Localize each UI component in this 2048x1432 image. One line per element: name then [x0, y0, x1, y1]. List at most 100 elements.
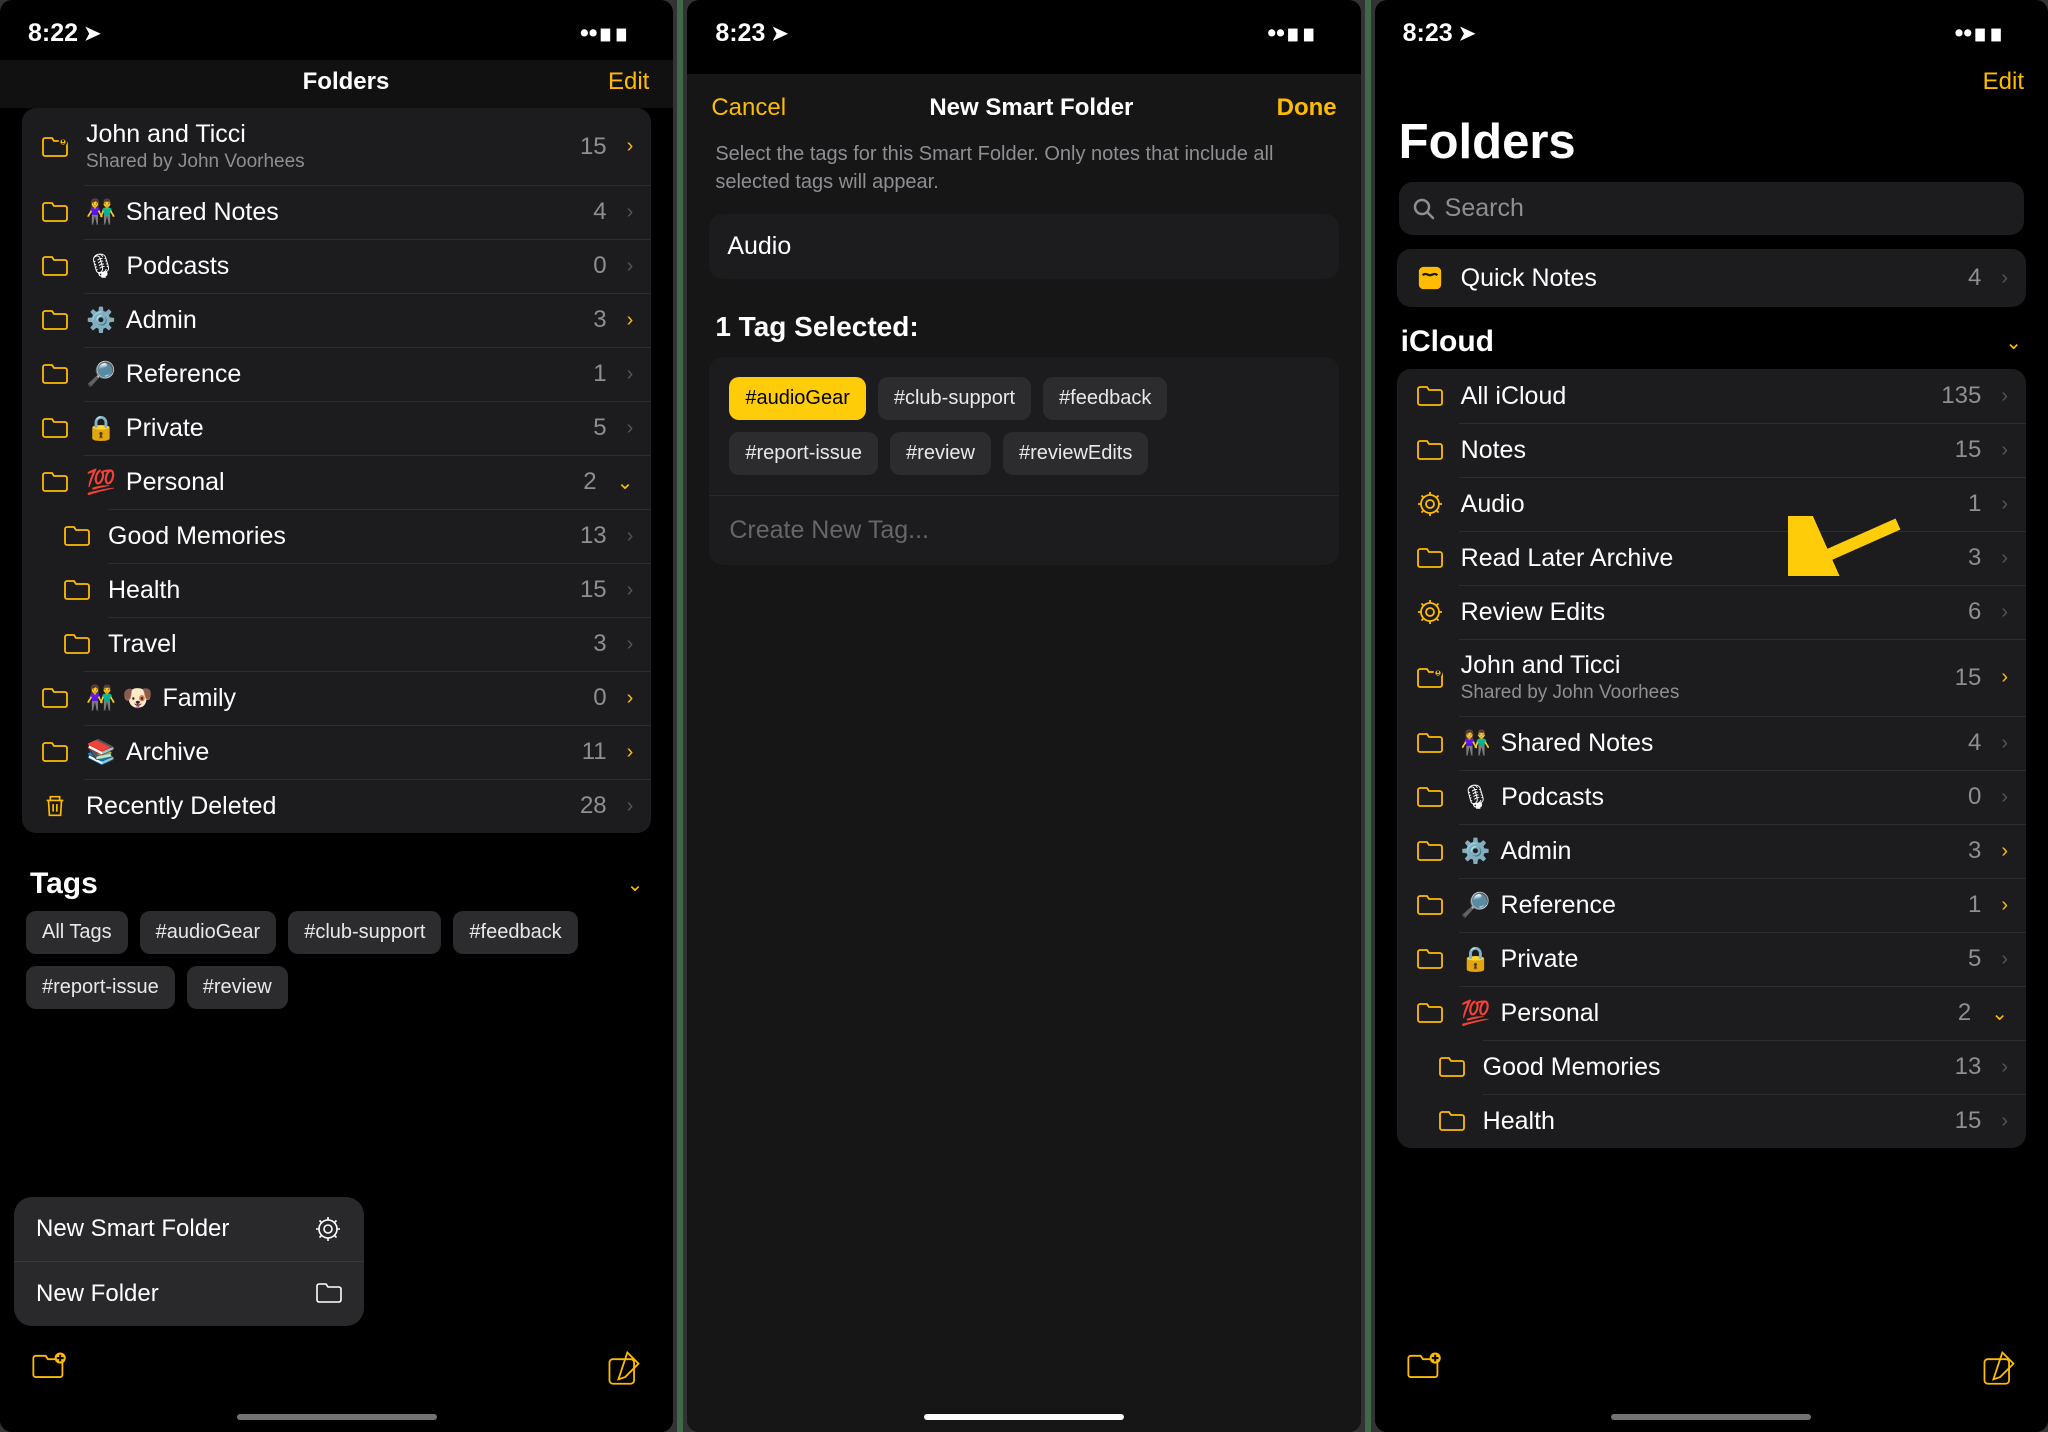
- folder-icon: [1415, 782, 1445, 812]
- folder-row[interactable]: ⚙️Admin3›: [1397, 824, 2026, 878]
- cell-signal-icon: ••∎∎: [580, 18, 629, 48]
- chevron-right-icon: ›: [2001, 1110, 2008, 1133]
- row-label: Health: [108, 576, 564, 605]
- compose-button[interactable]: [1980, 1348, 2018, 1391]
- row-count: 3: [593, 306, 606, 334]
- done-button[interactable]: Done: [1277, 94, 1337, 122]
- row-count: 4: [1968, 264, 1981, 292]
- quick-notes-row[interactable]: Quick Notes 4 ›: [1397, 249, 2026, 307]
- modal-title: New Smart Folder: [929, 94, 1133, 122]
- tag-chip[interactable]: #reviewEdits: [1003, 432, 1148, 475]
- row-count: 11: [582, 738, 607, 766]
- edit-button[interactable]: Edit: [1983, 68, 2024, 96]
- folder-row[interactable]: 🔎Reference1›: [22, 347, 651, 401]
- new-folder-button[interactable]: [30, 1348, 68, 1391]
- tag-chip[interactable]: #audioGear: [140, 911, 277, 954]
- folder-row[interactable]: 🎙Podcasts0›: [22, 239, 651, 293]
- tag-chip[interactable]: #review: [890, 432, 991, 475]
- folder-row[interactable]: Health15›: [1397, 1094, 2026, 1148]
- new-folder-menu: New Smart Folder New Folder: [14, 1197, 364, 1326]
- chevron-down-icon: ⌄: [1991, 1001, 2008, 1026]
- cancel-button[interactable]: Cancel: [711, 94, 786, 122]
- row-label: 👫Shared Notes: [1461, 729, 1952, 758]
- folder-row[interactable]: Health15›: [22, 563, 651, 617]
- row-label: Notes: [1461, 436, 1939, 465]
- folder-row[interactable]: Recently Deleted28›: [22, 779, 651, 833]
- modal-description: Select the tags for this Smart Folder. O…: [687, 136, 1360, 214]
- chevron-down-icon: ⌄: [617, 470, 634, 495]
- folder-row[interactable]: 🎙Podcasts0›: [1397, 770, 2026, 824]
- tag-chip[interactable]: #report-issue: [26, 966, 175, 1009]
- row-count: 0: [1968, 783, 1981, 811]
- row-count: 1: [1968, 891, 1981, 919]
- folder-row[interactable]: 📚Archive11›: [22, 725, 651, 779]
- row-label: All iCloud: [1461, 382, 1926, 411]
- folder-row[interactable]: John and TicciShared by John Voorhees15›: [22, 108, 651, 185]
- folder-row[interactable]: John and TicciShared by John Voorhees15›: [1397, 639, 2026, 716]
- folder-name-input[interactable]: Audio: [709, 214, 1338, 279]
- folder-row[interactable]: 👫Shared Notes4›: [1397, 716, 2026, 770]
- location-icon: ➤: [1459, 21, 1476, 46]
- row-count: 1: [1968, 490, 1981, 518]
- folder-row[interactable]: Good Memories13›: [22, 509, 651, 563]
- folder-row[interactable]: Audio 1 ›: [1397, 477, 2026, 531]
- modal-nav: Cancel New Smart Folder Done: [687, 74, 1360, 136]
- folder-list: John and TicciShared by John Voorhees15›…: [22, 108, 651, 833]
- row-count: 28: [580, 792, 607, 820]
- folder-row[interactable]: 🔒Private5›: [22, 401, 651, 455]
- create-new-tag-input[interactable]: Create New Tag...: [709, 495, 1338, 565]
- modal-sheet: Cancel New Smart Folder Done Select the …: [687, 74, 1360, 1432]
- folder-row[interactable]: Review Edits6›: [1397, 585, 2026, 639]
- row-emoji: 💯: [1461, 999, 1491, 1028]
- tag-chip[interactable]: #club-support: [288, 911, 441, 954]
- folder-icon: [1437, 1106, 1467, 1136]
- folder-row[interactable]: 🔒Private5›: [1397, 932, 2026, 986]
- tag-chip[interactable]: #feedback: [453, 911, 577, 954]
- tag-chip[interactable]: #audioGear: [729, 377, 866, 420]
- folder-row[interactable]: Read Later Archive3›: [1397, 531, 2026, 585]
- folder-row[interactable]: 💯Personal2⌄: [1397, 986, 2026, 1040]
- shared-folder-icon: [40, 132, 70, 162]
- new-folder-item[interactable]: New Folder: [14, 1261, 364, 1326]
- chevron-right-icon: ›: [2001, 732, 2008, 755]
- search-icon: [1413, 198, 1435, 220]
- folder-row[interactable]: Good Memories13›: [1397, 1040, 2026, 1094]
- nav-bar: Folders Edit: [0, 60, 673, 108]
- folder-row[interactable]: All iCloud135›: [1397, 369, 2026, 423]
- home-indicator: [924, 1414, 1124, 1420]
- folder-row[interactable]: 💯Personal2⌄: [22, 455, 651, 509]
- row-count: 15: [1955, 436, 1982, 464]
- compose-button[interactable]: [605, 1348, 643, 1391]
- tag-chip[interactable]: #feedback: [1043, 377, 1167, 420]
- row-label: Read Later Archive: [1461, 544, 1952, 573]
- row-label: 💯Personal: [1461, 999, 1942, 1028]
- search-input[interactable]: Search: [1399, 182, 2024, 235]
- folder-icon: [1415, 944, 1445, 974]
- folder-row[interactable]: ⚙️Admin3›: [22, 293, 651, 347]
- row-subtitle: Shared by John Voorhees: [86, 151, 305, 173]
- tag-chip[interactable]: #review: [187, 966, 288, 1009]
- trash-icon: [40, 791, 70, 821]
- folder-row[interactable]: Notes15›: [1397, 423, 2026, 477]
- edit-button[interactable]: Edit: [608, 68, 649, 96]
- folder-icon: [40, 683, 70, 713]
- gear-icon: [1415, 597, 1445, 627]
- new-smart-folder-item[interactable]: New Smart Folder: [14, 1197, 364, 1261]
- tag-chip[interactable]: #report-issue: [729, 432, 878, 475]
- chevron-down-icon: ⌄: [2005, 330, 2022, 355]
- tag-chip[interactable]: All Tags: [26, 911, 128, 954]
- row-count: 6: [1968, 598, 1981, 626]
- tags-title: Tags: [30, 867, 98, 901]
- folder-row[interactable]: 👫Shared Notes4›: [22, 185, 651, 239]
- tag-chip[interactable]: #club-support: [878, 377, 1031, 420]
- chevron-right-icon: ›: [2001, 493, 2008, 516]
- folder-row[interactable]: Travel3›: [22, 617, 651, 671]
- row-label: Audio: [1461, 490, 1952, 519]
- folder-row[interactable]: 🔎Reference1›: [1397, 878, 2026, 932]
- new-folder-button[interactable]: [1405, 1348, 1443, 1391]
- tags-section-header[interactable]: Tags ⌄: [26, 867, 647, 911]
- icloud-section-header[interactable]: iCloud ⌄: [1397, 325, 2026, 369]
- cell-signal-icon: ••∎∎: [1955, 18, 2004, 48]
- folder-row[interactable]: 👫 🐶Family0›: [22, 671, 651, 725]
- tags-card: #audioGear #club-support #feedback #report-…: [709, 357, 1338, 565]
